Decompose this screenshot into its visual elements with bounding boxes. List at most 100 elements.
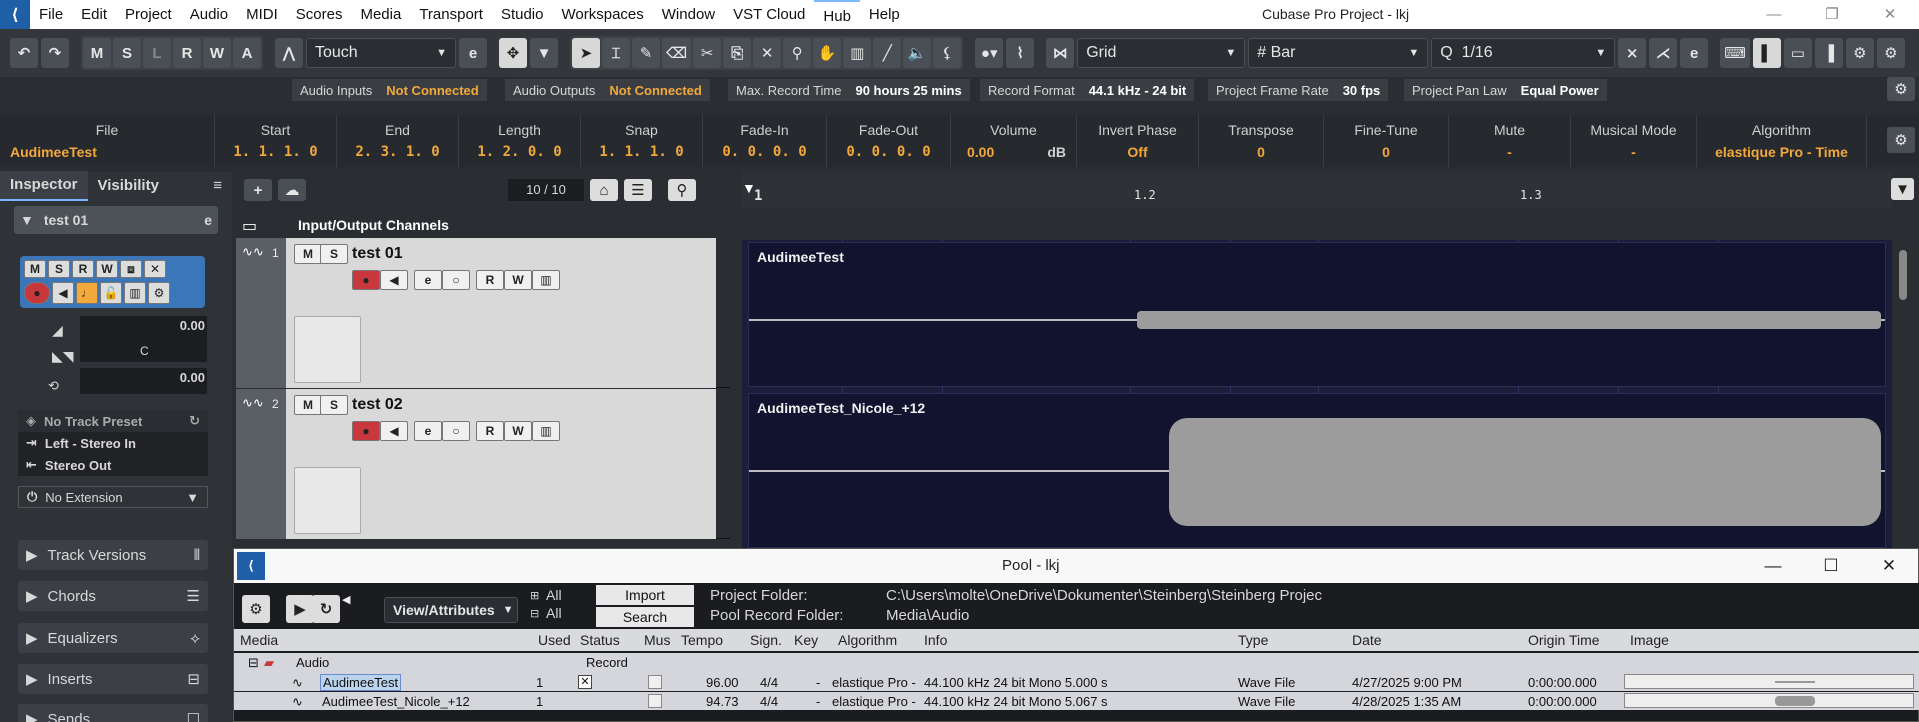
status-settings-icon[interactable]: ⚙ (1887, 77, 1915, 101)
section-track-versions[interactable]: ▶ Track Versions ⫴ (18, 540, 208, 570)
frame-rate-status[interactable]: Project Frame Rate 30 fps (1208, 79, 1389, 101)
menu-help[interactable]: Help (860, 0, 909, 29)
track-edit-icon[interactable]: e (414, 421, 442, 441)
col-mus[interactable]: Mus (644, 632, 670, 648)
edit-channel-icon[interactable]: e (204, 212, 212, 228)
snap-zero-icon[interactable]: ⌇ (1006, 38, 1035, 68)
menu-studio[interactable]: Studio (492, 0, 553, 29)
line-tool-icon[interactable]: ╱ (873, 38, 902, 68)
info-fade-in[interactable]: Fade-In 0. 0. 0. 0 (703, 115, 827, 167)
close-icon[interactable]: ✕ (1860, 549, 1918, 583)
cubase-logo-icon[interactable]: ⟨ (0, 0, 30, 29)
automation-mode-button[interactable]: A (233, 38, 261, 68)
collapse-arrow-icon[interactable]: ▼ (20, 212, 34, 228)
extension-select[interactable]: ⏻ No Extension ▼ (18, 486, 208, 508)
col-key[interactable]: Key (794, 632, 818, 648)
info-fine-tune[interactable]: Fine-Tune 0 (1324, 115, 1449, 167)
record-status-checkbox[interactable]: ✕ (578, 675, 592, 689)
inspector-bypass-icon[interactable]: ✕ (144, 260, 166, 278)
right-zone-icon[interactable]: ▐ (1814, 38, 1843, 68)
track-preset-row[interactable]: ◈ No Track Preset ↻ (18, 410, 208, 432)
quantize-select[interactable]: Q 1/16 ▼ (1431, 38, 1616, 68)
tab-inspector[interactable]: Inspector (0, 171, 88, 201)
maximize-icon[interactable]: ☐ (1802, 549, 1860, 583)
iterative-quantize-icon[interactable]: ⨯ (1618, 38, 1647, 68)
pool-media-name[interactable]: AudimeeTest_Nicole_+12 (322, 694, 470, 709)
ruler-menu-icon[interactable]: ▼ (1891, 178, 1914, 200)
collapse-all-icon[interactable]: ⊟ (530, 607, 539, 620)
track-name[interactable]: test 02 (352, 396, 403, 414)
keyboard-icon[interactable]: ⌨ (1720, 38, 1750, 68)
cubase-logo-icon[interactable]: ⟨ (237, 552, 265, 580)
minimize-icon[interactable]: — (1745, 0, 1803, 29)
info-end[interactable]: End 2. 3. 1. 0 (337, 115, 459, 167)
warp-tool-icon[interactable]: ⚸ (933, 38, 962, 68)
info-algorithm[interactable]: Algorithm elastique Pro - Time (1697, 115, 1867, 167)
col-used[interactable]: Used (538, 632, 571, 648)
object-select-tool-icon[interactable]: ➤ (572, 38, 600, 68)
track-edit-icon[interactable]: e (414, 270, 442, 290)
play-icon[interactable]: ▶ (286, 595, 314, 623)
pool-row[interactable]: ∿ AudimeeTest_Nicole_+12 1 94.73 4/4 - e… (234, 692, 1919, 710)
autoscroll-dropdown-icon[interactable]: ▼ (530, 38, 558, 68)
menu-midi[interactable]: MIDI (237, 0, 287, 29)
track-mute-button[interactable]: M (294, 395, 322, 415)
pool-row[interactable]: ∿ AudimeeTest 1 ✕ 96.00 4/4 - elastique … (234, 673, 1919, 691)
folder-track-row[interactable]: ▭ Input/Output Channels (236, 214, 730, 236)
view-attributes-select[interactable]: View/Attributes ▼ (384, 597, 518, 623)
menu-vst-cloud[interactable]: VST Cloud (724, 0, 814, 29)
col-status[interactable]: Status (580, 632, 620, 648)
track-mute-button[interactable]: M (294, 244, 322, 264)
hamburger-icon[interactable]: ≡ (203, 172, 232, 200)
vertical-scrollbar[interactable] (1896, 210, 1910, 548)
quantize-apply-icon[interactable]: ⋌ (1649, 38, 1678, 68)
delay-fader[interactable]: 0.00 (80, 368, 207, 394)
close-icon[interactable]: ✕ (1861, 0, 1919, 29)
infoline-settings-icon[interactable]: ⚙ (1887, 127, 1915, 153)
col-origin-time[interactable]: Origin Time (1528, 632, 1600, 648)
col-algorithm[interactable]: Algorithm (838, 632, 897, 648)
output-routing-row[interactable]: ⇤ Stereo Out (18, 454, 208, 476)
section-inserts[interactable]: ▶ Inserts ⊟ (18, 664, 208, 694)
section-sends[interactable]: ▶ Sends ☐ (18, 704, 208, 722)
info-file[interactable]: File AudimeeTest (0, 115, 215, 167)
settings-gear-icon[interactable]: ⚙ (1876, 38, 1905, 68)
project-arrange-area[interactable]: AudimeeTest AudimeeTest_Nicole_+12 (742, 240, 1892, 550)
range-select-tool-icon[interactable]: ⌶ (602, 38, 630, 68)
mute-tool-icon[interactable]: ✕ (753, 38, 782, 68)
audio-event[interactable]: AudimeeTest_Nicole_+12 (748, 393, 1886, 548)
col-media[interactable]: Media (240, 632, 278, 648)
menu-edit[interactable]: Edit (72, 0, 116, 29)
info-fade-out[interactable]: Fade-Out 0. 0. 0. 0 (827, 115, 951, 167)
col-info[interactable]: Info (924, 632, 947, 648)
info-start[interactable]: Start 1. 1. 1. 0 (215, 115, 337, 167)
redo-icon[interactable]: ↷ (41, 38, 69, 68)
max-record-time-status[interactable]: Max. Record Time 90 hours 25 mins (728, 79, 970, 101)
track-solo-button[interactable]: S (320, 395, 348, 415)
menu-window[interactable]: Window (653, 0, 724, 29)
info-invert-phase[interactable]: Invert Phase Off (1077, 115, 1199, 167)
track-inserts-icon[interactable]: ○ (442, 270, 470, 290)
track-row[interactable]: ∿∿ 2 M S test 02 ● ◀ e ○ R W ▥ (236, 389, 730, 539)
inspector-settings-icon[interactable]: ⚙ (148, 282, 170, 304)
track-read-button[interactable]: R (476, 270, 504, 290)
pool-group-row[interactable]: ⊟ ▰ Audio Record (234, 653, 1919, 673)
audio-event[interactable]: AudimeeTest (748, 242, 1886, 387)
lower-zone-icon[interactable]: ▭ (1783, 38, 1812, 68)
hand-tool-icon[interactable]: ✋ (813, 38, 842, 68)
track-read-button[interactable]: R (476, 421, 504, 441)
snap-icon[interactable]: ⋈ (1046, 38, 1075, 68)
inspector-solo-button[interactable]: S (48, 260, 70, 278)
colorize-icon[interactable]: ●▾ (975, 38, 1004, 68)
track-name[interactable]: test 01 (352, 245, 403, 263)
track-picture-placeholder[interactable] (294, 316, 361, 383)
section-chords[interactable]: ▶ Chords ☰ (18, 581, 208, 611)
track-monitor-icon[interactable]: ◀ (380, 421, 408, 441)
refresh-icon[interactable]: ↻ (189, 413, 200, 429)
collapse-box-icon[interactable]: ⊟ (248, 655, 259, 671)
info-musical-mode[interactable]: Musical Mode - (1571, 115, 1697, 167)
inspector-lock-icon[interactable]: 🔓 (100, 282, 122, 304)
track-record-button[interactable]: ● (352, 270, 380, 290)
col-tempo[interactable]: Tempo (681, 632, 723, 648)
inspector-mute-button[interactable]: M (24, 260, 46, 278)
